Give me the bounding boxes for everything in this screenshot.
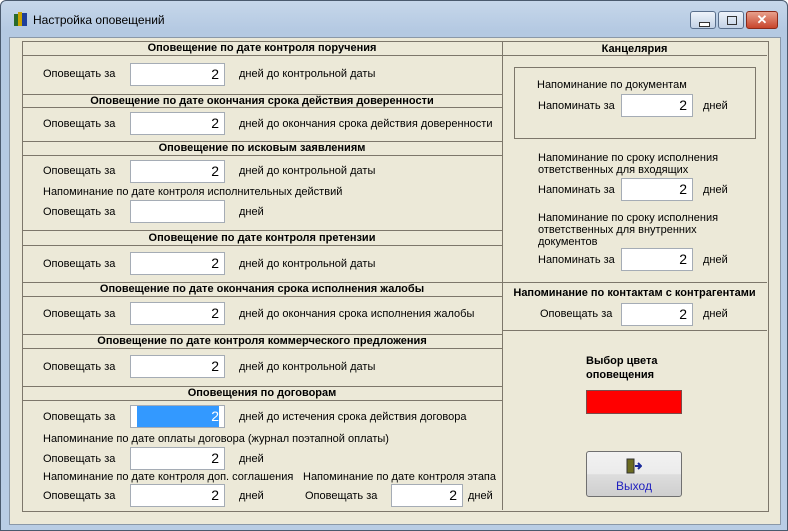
- exit-door-icon: [626, 458, 643, 474]
- label: Напоминание по дате контроля этапа: [303, 471, 497, 483]
- label: оповещения: [586, 369, 655, 381]
- books-icon: [14, 12, 27, 26]
- label: Оповещать за: [43, 206, 116, 218]
- label: Напоминание по сроку исполнения: [538, 212, 719, 224]
- label: дней до контрольной даты: [239, 258, 376, 270]
- section-title: Оповещение по исковым заявлениям: [158, 142, 366, 154]
- close-button[interactable]: ✕: [746, 11, 778, 29]
- label: документов: [538, 236, 598, 248]
- power-of-attorney-days-input[interactable]: 2: [130, 112, 225, 135]
- contacts-days-input[interactable]: 2: [621, 303, 693, 326]
- label: дней: [239, 206, 264, 218]
- label: Напоминание по дате оплаты договора (жур…: [43, 433, 389, 445]
- section-title: Оповещение по дате окончания срока дейст…: [90, 95, 434, 107]
- exit-label: Выход: [616, 479, 652, 493]
- section-title: Оповещение по дате контроля поручения: [147, 42, 377, 54]
- exit-button[interactable]: Выход: [586, 451, 682, 497]
- label: дней до контрольной даты: [239, 68, 376, 80]
- selected-value: 2: [137, 406, 219, 427]
- contract-days-input[interactable]: 2: [130, 405, 225, 428]
- label: дней до контрольной даты: [239, 165, 376, 177]
- label: дней: [703, 254, 728, 266]
- label: дней до контрольной даты: [239, 361, 376, 373]
- control-date-days-input[interactable]: 2: [130, 63, 225, 86]
- minimize-icon: [699, 22, 710, 27]
- label: ответственных для внутренних: [538, 224, 697, 236]
- label: Оповещать за: [540, 308, 613, 320]
- label: Оповещать за: [43, 68, 116, 80]
- internal-days-input[interactable]: 2: [621, 248, 693, 271]
- label: Напоминание по документам: [537, 79, 687, 91]
- supplement-days-input[interactable]: 2: [130, 484, 225, 507]
- label: Оповещать за: [43, 258, 116, 270]
- label: Оповещать за: [43, 361, 116, 373]
- enforcement-days-input[interactable]: [130, 200, 225, 223]
- label: ответственных для входящих: [538, 164, 689, 176]
- minimize-button[interactable]: [690, 11, 716, 29]
- stage-days-input[interactable]: 2: [391, 484, 463, 507]
- lawsuit-days-input[interactable]: 2: [130, 160, 225, 183]
- divider: [502, 41, 503, 510]
- label: дней: [703, 308, 728, 320]
- label: Оповещать за: [43, 308, 116, 320]
- payment-days-input[interactable]: 2: [130, 447, 225, 470]
- section-title: Напоминание по контактам с контрагентами: [513, 287, 756, 299]
- label: дней до окончания срока исполнения жалоб…: [239, 308, 475, 320]
- label: Напоминание по дате контроля исполнитель…: [43, 186, 343, 198]
- label: Выбор цвета: [586, 355, 658, 367]
- complaint-days-input[interactable]: 2: [130, 302, 225, 325]
- color-swatch[interactable]: [586, 390, 682, 414]
- label: Оповещать за: [305, 490, 378, 502]
- label: Напоминать за: [538, 100, 615, 112]
- label: дней: [703, 100, 728, 112]
- label: дней: [468, 490, 493, 502]
- section-title: Канцелярия: [601, 43, 668, 55]
- label: Оповещать за: [43, 165, 116, 177]
- label: Оповещать за: [43, 490, 116, 502]
- documents-days-input[interactable]: 2: [621, 94, 693, 117]
- proposal-days-input[interactable]: 2: [130, 355, 225, 378]
- label: дней до окончания срока действия доверен…: [239, 118, 493, 130]
- label: дней: [239, 490, 264, 502]
- claim-days-input[interactable]: 2: [130, 252, 225, 275]
- section-title: Оповещение по дате контроля коммерческог…: [97, 335, 427, 347]
- label: Напоминать за: [538, 254, 615, 266]
- section-title: Оповещения по договорам: [187, 387, 337, 399]
- divider: [22, 55, 767, 56]
- maximize-button[interactable]: [718, 11, 744, 29]
- section-title: Оповещение по дате окончания срока испол…: [99, 283, 425, 295]
- window-title: Настройка оповещений: [33, 13, 165, 27]
- label: Оповещать за: [43, 411, 116, 423]
- label: Напоминать за: [538, 184, 615, 196]
- maximize-icon: [727, 16, 737, 25]
- label: дней до истечения срока действия договор…: [239, 411, 467, 423]
- label: дней: [239, 453, 264, 465]
- close-icon: ✕: [756, 12, 768, 27]
- label: Оповещать за: [43, 453, 116, 465]
- label: Оповещать за: [43, 118, 116, 130]
- label: Напоминание по дате контроля доп. соглаш…: [43, 471, 294, 483]
- label: Напоминание по сроку исполнения: [538, 152, 719, 164]
- label: дней: [703, 184, 728, 196]
- incoming-days-input[interactable]: 2: [621, 178, 693, 201]
- section-title: Оповещение по дате контроля претензии: [148, 232, 376, 244]
